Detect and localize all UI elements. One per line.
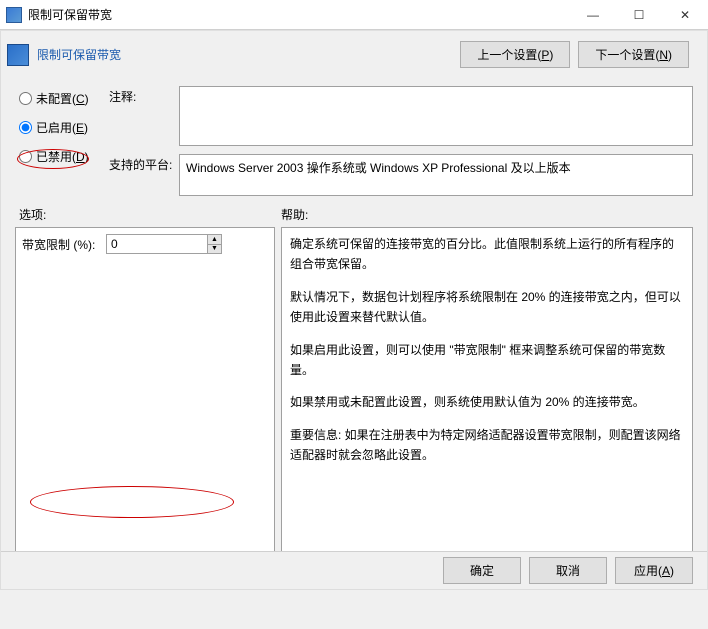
header-row: 限制可保留带宽 上一个设置(P) 下一个设置(N)	[1, 31, 707, 68]
maximize-button[interactable]: ☐	[616, 0, 662, 29]
radio-disabled-input[interactable]	[19, 150, 32, 163]
help-paragraph: 如果禁用或未配置此设置，则系统使用默认值为 20% 的连接带宽。	[290, 392, 684, 412]
spinner-up-button[interactable]: ▲	[208, 235, 221, 245]
minimize-button[interactable]: —	[570, 0, 616, 29]
panels: 带宽限制 (%): ▲ ▼ 确定系统可保留的连接带宽的百分比。此值限制系统上运行…	[1, 227, 707, 557]
comment-row: 注释:	[109, 86, 693, 146]
bandwidth-limit-row: 带宽限制 (%): ▲ ▼	[22, 234, 268, 254]
window-title: 限制可保留带宽	[28, 6, 570, 23]
title-bar: 限制可保留带宽 — ☐ ✕	[0, 0, 708, 30]
config-area: 未配置(C) 已启用(E) 已禁用(D) 注释: 支持的平台: Windows …	[1, 68, 707, 200]
platform-row: 支持的平台: Windows Server 2003 操作系统或 Windows…	[109, 154, 693, 196]
radio-disabled[interactable]: 已禁用(D)	[19, 148, 109, 165]
close-button[interactable]: ✕	[662, 0, 708, 29]
lower-labels: 选项: 帮助:	[1, 200, 707, 227]
help-paragraph: 如果启用此设置，则可以使用 "带宽限制" 框来调整系统可保留的带宽数量。	[290, 340, 684, 381]
radio-not-configured-label: 未配置(C)	[36, 90, 89, 107]
bandwidth-limit-label: 带宽限制 (%):	[22, 236, 104, 253]
radio-enabled-input[interactable]	[19, 121, 32, 134]
comment-textarea[interactable]	[179, 86, 693, 146]
nav-buttons: 上一个设置(P) 下一个设置(N)	[460, 41, 689, 68]
options-label: 选项:	[19, 206, 281, 223]
platform-text: Windows Server 2003 操作系统或 Windows XP Pro…	[179, 154, 693, 196]
radio-not-configured-input[interactable]	[19, 92, 32, 105]
description-area: 注释: 支持的平台: Windows Server 2003 操作系统或 Win…	[109, 86, 693, 196]
ok-button[interactable]: 确定	[443, 557, 521, 584]
cancel-button[interactable]: 取消	[529, 557, 607, 584]
prev-setting-button[interactable]: 上一个设置(P)	[460, 41, 570, 68]
help-paragraph: 默认情况下，数据包计划程序将系统限制在 20% 的连接带宽之内，但可以使用此设置…	[290, 287, 684, 328]
apply-button[interactable]: 应用(A)	[615, 557, 693, 584]
radio-disabled-label: 已禁用(D)	[36, 148, 89, 165]
policy-icon	[7, 44, 29, 66]
annotation-ellipse-bandwidth	[30, 486, 234, 518]
help-label: 帮助:	[281, 206, 308, 223]
next-setting-button[interactable]: 下一个设置(N)	[578, 41, 689, 68]
radio-not-configured[interactable]: 未配置(C)	[19, 90, 109, 107]
policy-title: 限制可保留带宽	[37, 46, 460, 63]
help-panel: 确定系统可保留的连接带宽的百分比。此值限制系统上运行的所有程序的组合带宽保留。 …	[281, 227, 693, 557]
radio-enabled-label: 已启用(E)	[36, 119, 88, 136]
bandwidth-limit-spinner[interactable]: ▲ ▼	[106, 234, 222, 254]
dialog-content: 限制可保留带宽 上一个设置(P) 下一个设置(N) 未配置(C) 已启用(E) …	[0, 30, 708, 590]
radio-enabled[interactable]: 已启用(E)	[19, 119, 109, 136]
app-icon	[6, 7, 22, 23]
spinner-down-button[interactable]: ▼	[208, 245, 221, 254]
help-paragraph: 确定系统可保留的连接带宽的百分比。此值限制系统上运行的所有程序的组合带宽保留。	[290, 234, 684, 275]
state-radios: 未配置(C) 已启用(E) 已禁用(D)	[19, 86, 109, 196]
comment-label: 注释:	[109, 86, 173, 146]
window-controls: — ☐ ✕	[570, 0, 708, 29]
spinner-buttons: ▲ ▼	[207, 235, 221, 253]
help-paragraph: 重要信息: 如果在注册表中为特定网络适配器设置带宽限制，则配置该网络适配器时就会…	[290, 425, 684, 466]
platform-label: 支持的平台:	[109, 154, 173, 196]
dialog-footer: 确定 取消 应用(A)	[1, 551, 707, 589]
options-panel: 带宽限制 (%): ▲ ▼	[15, 227, 275, 557]
bandwidth-limit-input[interactable]	[107, 235, 207, 253]
